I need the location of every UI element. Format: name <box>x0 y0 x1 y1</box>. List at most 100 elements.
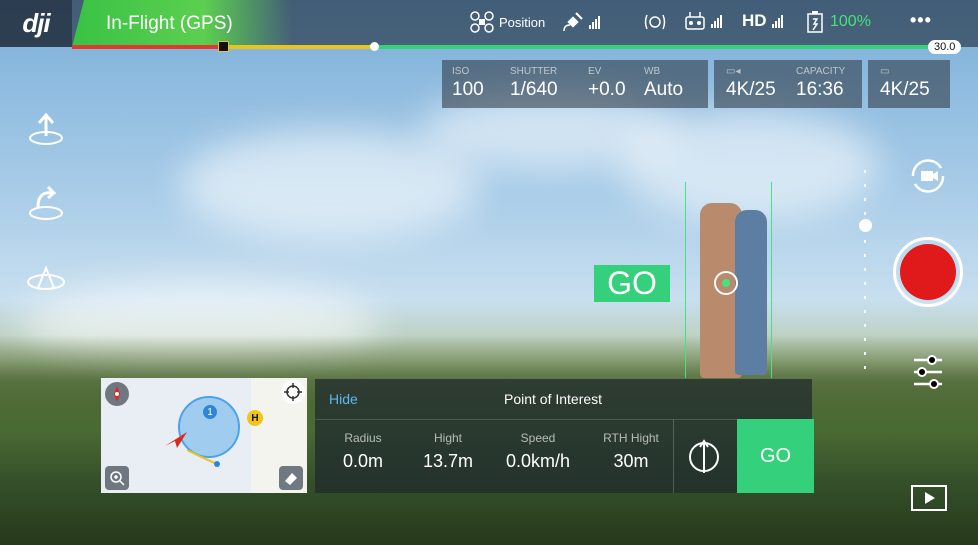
compass-button[interactable] <box>105 382 129 406</box>
iso-setting[interactable]: ISO 100 <box>452 66 484 101</box>
progress-segment-mid <box>222 45 372 49</box>
takeoff-icon <box>29 112 63 145</box>
ev-value: +0.0 <box>588 79 626 100</box>
compass-icon <box>114 386 120 402</box>
shutter-setting[interactable]: SHUTTER 1/640 <box>510 66 558 101</box>
video-camera-icon: ▭◂ <box>726 66 741 77</box>
video-info-panel[interactable]: ▭◂ 4K/25 CAPACITY 16:36 <box>714 60 862 108</box>
poi-marker-icon[interactable]: 1 <box>203 405 217 419</box>
intelligent-flight-button[interactable] <box>24 260 68 300</box>
map-clear-button[interactable] <box>279 466 303 490</box>
record-dot <box>900 244 956 300</box>
ev-setting[interactable]: EV +0.0 <box>588 66 626 101</box>
photo-resolution-value: 4K/25 <box>880 79 930 100</box>
return-home-icon <box>29 185 63 220</box>
home-point-marker <box>218 41 229 52</box>
progress-knob[interactable] <box>370 42 379 51</box>
radius-value: 0.0m <box>342 451 384 471</box>
flight-path-line <box>186 449 220 467</box>
video-resolution-value: 4K/25 <box>726 79 776 100</box>
flight-mode-text[interactable]: In-Flight (GPS) <box>106 13 233 35</box>
gps-signal-bars <box>589 15 600 29</box>
playback-button[interactable] <box>910 484 948 512</box>
shutter-value: 1/640 <box>510 79 558 100</box>
home-marker-icon[interactable]: H <box>247 410 263 426</box>
speed-label: Speed <box>520 431 556 445</box>
video-resolution[interactable]: ▭◂ 4K/25 <box>726 66 776 101</box>
hd-label: HD <box>742 11 767 30</box>
flight-altitude-bar <box>72 41 940 52</box>
remote-controller-indicator[interactable] <box>684 11 722 31</box>
rth-height-value: 30m <box>613 451 649 471</box>
aircraft-marker-icon <box>165 432 187 448</box>
gps-indicator[interactable] <box>562 11 600 33</box>
exposure-settings-panel[interactable]: ISO 100 SHUTTER 1/640 EV +0.0 WB Auto <box>442 60 708 108</box>
height-value: 13.7m <box>422 451 474 471</box>
obstacle-sensing-indicator[interactable] <box>643 11 667 33</box>
map-locate-button[interactable] <box>281 380 305 404</box>
camera-view[interactable]: dji In-Flight (GPS) Position HD 100% •••… <box>0 0 978 545</box>
drone-icon <box>470 11 494 33</box>
shutter-label: SHUTTER <box>510 66 558 77</box>
mini-map[interactable] <box>101 378 307 493</box>
iso-value: 100 <box>452 79 484 100</box>
poi-divider <box>673 419 674 493</box>
takeoff-button[interactable] <box>24 108 68 148</box>
rth-height-label: RTH Hight <box>603 431 659 445</box>
photo-info-panel[interactable]: ▭ 4K/25 <box>868 60 950 108</box>
eraser-icon <box>285 473 297 485</box>
gimbal-slider-knob[interactable] <box>859 219 872 232</box>
battery-icon <box>807 11 823 33</box>
hide-link[interactable]: Hide <box>329 391 358 407</box>
gimbal-slider-track[interactable] <box>864 170 866 380</box>
camera-settings-button[interactable] <box>910 352 946 392</box>
capacity-info: CAPACITY 16:36 <box>796 66 845 101</box>
photo-resolution[interactable]: ▭ 4K/25 <box>880 66 930 101</box>
position-label: Position <box>499 14 546 30</box>
top-status-bar: dji In-Flight (GPS) Position HD 100% ••• <box>0 0 978 47</box>
video-signal-bars <box>771 14 783 28</box>
return-home-button[interactable] <box>24 183 68 223</box>
poi-go-button[interactable]: GO <box>737 419 814 493</box>
battery-indicator[interactable]: 100% <box>805 11 871 33</box>
satellite-icon <box>563 12 583 32</box>
orbit-direction-icon[interactable] <box>687 437 721 477</box>
height-stat[interactable]: Hight 13.7m <box>415 431 481 472</box>
tracking-go-button[interactable]: GO <box>594 265 670 302</box>
battery-percent: 100% <box>830 13 871 30</box>
wb-setting[interactable]: WB Auto <box>644 66 683 101</box>
speed-stat[interactable]: Speed 0.0km/h <box>497 431 579 472</box>
poi-panel-header: Hide Point of Interest <box>315 379 812 420</box>
playback-icon <box>911 485 947 511</box>
ev-label: EV <box>588 66 602 77</box>
zoom-in-icon <box>110 471 125 486</box>
more-menu-button[interactable]: ••• <box>910 10 932 31</box>
flight-mode-indicator[interactable]: Position <box>470 11 545 33</box>
rc-signal-bars <box>711 14 722 28</box>
rth-height-stat[interactable]: RTH Hight 30m <box>595 431 667 472</box>
photo-video-switch-button[interactable] <box>907 158 949 194</box>
dji-logo[interactable]: dji <box>0 0 72 47</box>
progress-value-badge: 30.0 <box>928 40 962 54</box>
record-button[interactable] <box>893 237 963 307</box>
height-label: Hight <box>433 431 462 445</box>
intelligent-flight-icon <box>27 265 65 290</box>
speed-value: 0.0km/h <box>505 451 571 471</box>
wb-label: WB <box>644 66 661 77</box>
tracking-target-icon[interactable] <box>714 271 738 295</box>
poi-panel-title: Point of Interest <box>504 391 603 407</box>
video-link-indicator[interactable]: HD <box>742 11 783 31</box>
vision-sensor-icon <box>644 14 666 30</box>
camera-switch-icon <box>911 159 945 193</box>
crosshair-icon <box>284 383 302 401</box>
progress-segment-low <box>72 45 222 49</box>
iso-label: ISO <box>452 66 470 77</box>
photo-mode-icon: ▭ <box>880 66 890 77</box>
settings-sliders-icon <box>914 355 942 389</box>
remote-controller-icon <box>685 12 705 30</box>
map-zoom-button[interactable] <box>105 466 129 490</box>
wb-value: Auto <box>644 79 684 100</box>
capacity-label: CAPACITY <box>796 66 846 77</box>
radius-stat[interactable]: Radius 0.0m <box>335 431 391 472</box>
capacity-value: 16:36 <box>796 79 844 100</box>
